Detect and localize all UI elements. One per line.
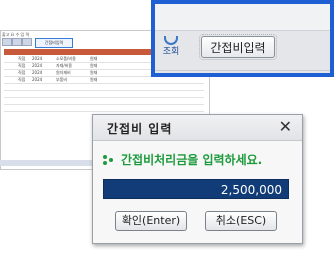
bullet-dots-icon bbox=[103, 155, 113, 165]
toolbar-icon[interactable] bbox=[2, 38, 12, 46]
lookup-icon bbox=[164, 36, 178, 45]
table-cell: 직접 bbox=[18, 56, 26, 61]
zoom-callout: 조회 간접비입력 bbox=[151, 0, 334, 77]
table-cell: 직접 bbox=[18, 77, 26, 82]
lookup-label: 조회 bbox=[162, 47, 180, 57]
indirect-cost-dialog: 간접비 입력 ✕ 간접비처리금을 입력하세요. 2,500,000 확인(Ent… bbox=[92, 114, 303, 244]
dialog-title: 간접비 입력 bbox=[107, 122, 173, 136]
table-cell: 직접 bbox=[18, 63, 26, 68]
table-cell: 원재 bbox=[90, 56, 98, 61]
table-cell: 자재/비용 bbox=[56, 63, 73, 68]
close-icon[interactable]: ✕ bbox=[279, 118, 292, 136]
table-cell: 2024 bbox=[32, 56, 43, 61]
table-cell: 소모품/비용 bbox=[56, 56, 76, 61]
table-cell: 2024 bbox=[32, 77, 43, 82]
toolbar-icon[interactable] bbox=[22, 38, 32, 46]
toolbar-strip bbox=[155, 4, 330, 31]
table-cell: 원재 bbox=[90, 77, 98, 82]
table-row[interactable] bbox=[4, 105, 204, 112]
table-cell: 2024 bbox=[32, 63, 43, 68]
cancel-button[interactable]: 취소(ESC) bbox=[205, 211, 277, 231]
table-row[interactable]: 직접 2024 부품비 원재 bbox=[4, 77, 204, 84]
lookup-button[interactable]: 조회 bbox=[160, 36, 182, 60]
background-indirect-cost-button[interactable]: 간접비입력 bbox=[35, 38, 73, 48]
indirect-cost-input-button[interactable]: 간접비입력 bbox=[199, 34, 277, 60]
table-cell: 직접 bbox=[18, 70, 26, 75]
table-cell: 원재 bbox=[90, 70, 98, 75]
dialog-message: 간접비처리금을 입력하세요. bbox=[121, 153, 263, 167]
table-cell: 원자재비 bbox=[56, 70, 71, 75]
ok-button[interactable]: 확인(Enter) bbox=[115, 211, 187, 231]
dialog-titlebar: 간접비 입력 ✕ bbox=[93, 115, 302, 141]
table-row[interactable] bbox=[4, 84, 204, 91]
table-cell: 부품비 bbox=[56, 77, 68, 82]
zoom-callout-content: 조회 간접비입력 bbox=[155, 4, 330, 73]
dialog-message-row: 간접비처리금을 입력하세요. bbox=[103, 151, 262, 168]
table-row[interactable] bbox=[4, 91, 204, 98]
table-row[interactable] bbox=[4, 98, 204, 105]
table-cell: 원재 bbox=[90, 63, 98, 68]
amount-input[interactable]: 2,500,000 bbox=[103, 179, 289, 199]
toolbar-icon[interactable] bbox=[12, 38, 22, 46]
table-cell: 2024 bbox=[32, 70, 43, 75]
divider bbox=[155, 70, 330, 71]
